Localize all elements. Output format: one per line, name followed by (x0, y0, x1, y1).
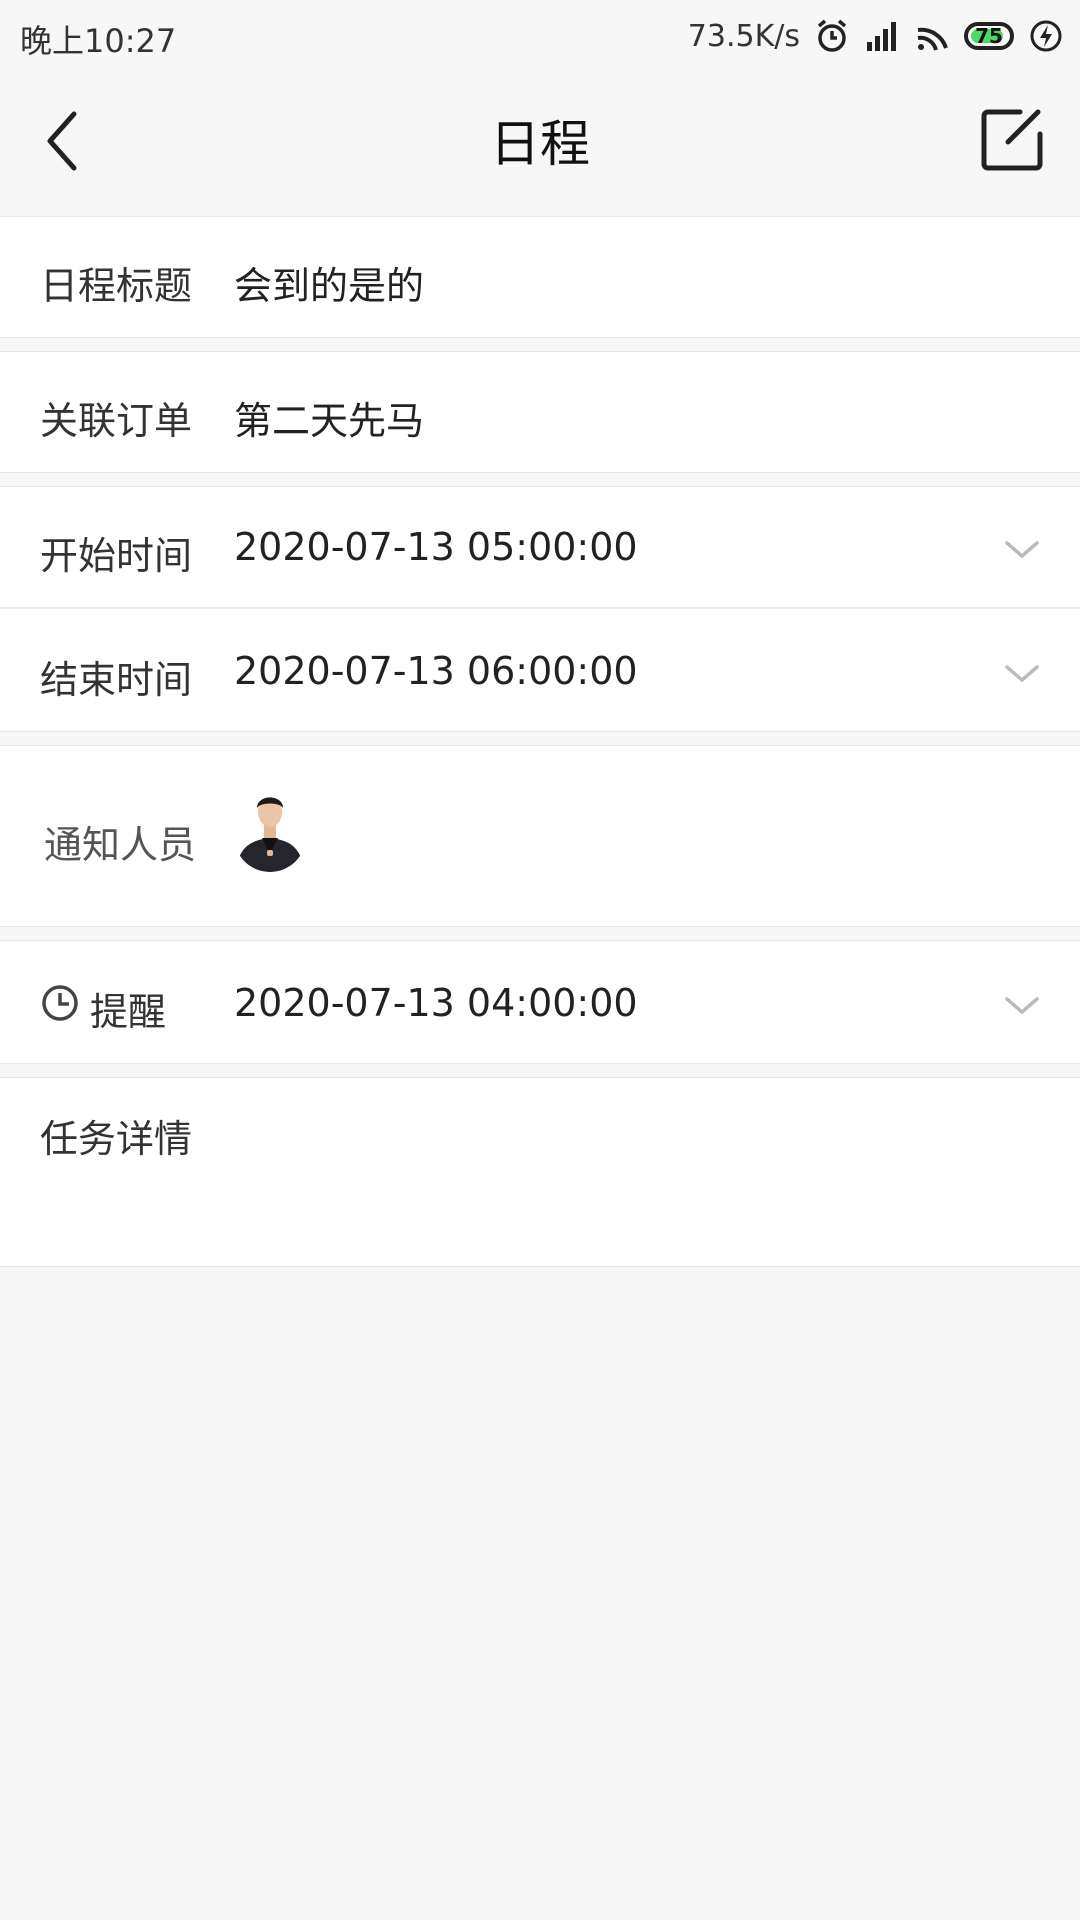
title-value: 会到的是的 (234, 264, 425, 308)
reminder-row[interactable]: 提醒 2020-07-13 04:00:00 (0, 940, 1080, 1064)
edit-icon[interactable] (980, 106, 1046, 172)
notify-label: 通知人员 (44, 823, 197, 867)
clock-icon (42, 985, 78, 1021)
status-time: 晚上10:27 (20, 22, 177, 60)
title-label: 日程标题 (40, 264, 193, 308)
avatar[interactable] (234, 782, 306, 872)
reminder-value: 2020-07-13 04:00:00 (234, 981, 638, 1025)
nav-bar: 日程 (0, 72, 1080, 216)
end-time-row[interactable]: 结束时间 2020-07-13 06:00:00 (0, 608, 1080, 732)
status-icons: 73.5K/s 75 (688, 14, 1064, 58)
page-title: 日程 (490, 115, 590, 173)
signal-icon (867, 22, 896, 51)
task-details-label: 任务详情 (40, 1117, 193, 1161)
end-time-label: 结束时间 (40, 658, 193, 702)
person-avatar-image (234, 782, 306, 872)
status-bar: 晚上10:27 73.5K/s 75 (0, 0, 1080, 72)
battery-level: 75 (975, 24, 1003, 48)
order-label: 关联订单 (40, 399, 193, 443)
title-row[interactable]: 日程标题 会到的是的 (0, 216, 1080, 338)
start-time-label: 开始时间 (40, 534, 193, 578)
order-row[interactable]: 关联订单 第二天先马 (0, 351, 1080, 473)
chevron-down-icon[interactable] (1004, 995, 1040, 1017)
charging-icon (1030, 20, 1062, 52)
reminder-label: 提醒 (90, 990, 167, 1034)
task-details-row[interactable]: 任务详情 (0, 1077, 1080, 1267)
network-speed: 73.5K/s (687, 18, 800, 54)
battery-icon: 75 (964, 22, 1014, 50)
wifi-icon (917, 27, 948, 51)
order-value: 第二天先马 (234, 399, 425, 443)
chevron-down-icon[interactable] (1004, 663, 1040, 685)
chevron-down-icon[interactable] (1004, 539, 1040, 561)
notify-row[interactable]: 通知人员 (0, 745, 1080, 927)
start-time-row[interactable]: 开始时间 2020-07-13 05:00:00 (0, 486, 1080, 608)
alarm-icon (817, 19, 847, 52)
end-time-value: 2020-07-13 06:00:00 (234, 649, 638, 693)
start-time-value: 2020-07-13 05:00:00 (234, 525, 638, 569)
